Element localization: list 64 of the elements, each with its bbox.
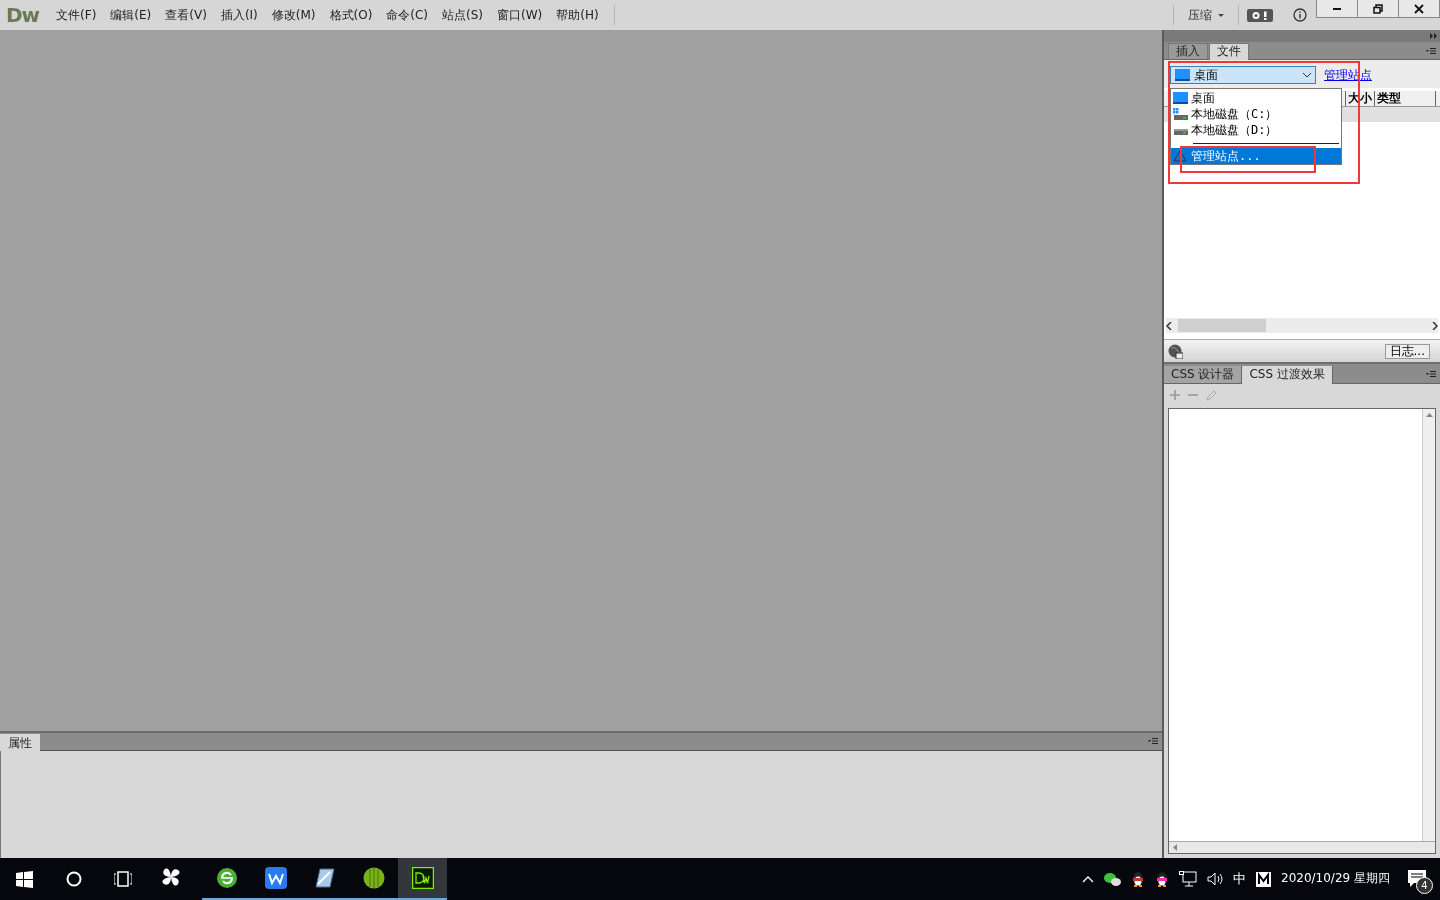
- panel-menu-icon[interactable]: [1426, 47, 1436, 55]
- panel-tab[interactable]: CSS 过渡效果: [1242, 366, 1333, 384]
- minimize-icon: [1333, 7, 1341, 10]
- menu-item[interactable]: 帮助(H): [549, 6, 606, 24]
- menu-item[interactable]: 文件(F): [49, 6, 104, 24]
- close-button[interactable]: [1398, 0, 1440, 18]
- volume-icon[interactable]: [1207, 871, 1223, 887]
- input-method-indicator[interactable]: 中: [1233, 870, 1246, 888]
- refresh-icon: [215, 867, 238, 889]
- dropdown-option[interactable]: 本地磁盘（D:）: [1171, 122, 1341, 138]
- drive-icon: [1173, 108, 1188, 120]
- scroll-right-icon[interactable]: [1432, 321, 1438, 330]
- close-icon: [1414, 3, 1424, 14]
- workspace-switcher[interactable]: 压缩: [1182, 6, 1230, 24]
- search-icon: [65, 871, 82, 887]
- menu-item[interactable]: 窗口(W): [490, 6, 550, 24]
- panel-tab[interactable]: CSS 设计器: [1164, 366, 1243, 383]
- menu-item[interactable]: 命令(C): [379, 6, 436, 24]
- app-logo: Dw: [6, 3, 40, 27]
- m-app-icon[interactable]: [1256, 871, 1271, 887]
- taskbar-app[interactable]: [398, 858, 447, 900]
- panel-menu-icon[interactable]: [1148, 737, 1158, 745]
- scroll-left-icon[interactable]: [1166, 321, 1172, 330]
- site-icon: [1173, 150, 1188, 162]
- penguin-icon[interactable]: [1155, 871, 1169, 887]
- penguin-icon[interactable]: [1131, 871, 1145, 887]
- menu-item[interactable]: 站点(S): [435, 6, 491, 24]
- panel-tab[interactable]: 插入: [1168, 43, 1208, 59]
- panel-tab[interactable]: 文件: [1209, 43, 1249, 60]
- menu-item[interactable]: 插入(I): [213, 6, 265, 24]
- restore-icon: [1373, 3, 1383, 14]
- panel-menu-icon[interactable]: [1426, 370, 1436, 378]
- log-button[interactable]: 日志...: [1384, 343, 1430, 359]
- sphere-icon: [362, 867, 385, 889]
- menu-item[interactable]: 格式(O): [322, 6, 380, 24]
- chevron-up-icon[interactable]: [1082, 875, 1094, 883]
- chat-icon[interactable]: [1104, 872, 1121, 886]
- task-view-icon: [113, 871, 132, 887]
- gear-alert-icon[interactable]: [1247, 8, 1273, 22]
- document-app-icon: [264, 867, 287, 889]
- notepad-icon: [313, 867, 336, 889]
- globe-icon[interactable]: [1168, 343, 1183, 359]
- panel-tab[interactable]: 属性: [0, 734, 40, 751]
- chevron-icon: [1303, 72, 1311, 78]
- start-icon: [16, 870, 33, 888]
- caret-icon: [1218, 13, 1224, 17]
- restore-button[interactable]: [1357, 0, 1399, 18]
- menu-item[interactable]: 查看(V): [158, 6, 214, 24]
- minimize-button[interactable]: [1316, 0, 1358, 18]
- location-dropdown[interactable]: 桌面: [1170, 66, 1316, 84]
- scrollbar-thumb[interactable]: [1178, 319, 1266, 332]
- monitor-icon: [1173, 92, 1188, 104]
- menu-item[interactable]: 修改(M): [264, 6, 323, 24]
- dropdown-option[interactable]: 管理站点...: [1171, 148, 1341, 164]
- network-icon[interactable]: [1179, 871, 1197, 887]
- date-text[interactable]: 2020/10/29 星期四: [1281, 870, 1390, 887]
- monitor-icon: [1175, 69, 1190, 81]
- expand-icon[interactable]: [1430, 33, 1437, 39]
- dw-app-icon: [411, 867, 434, 889]
- column-header[interactable]: 类型: [1374, 91, 1436, 106]
- menu-item[interactable]: 编辑(E): [103, 6, 159, 24]
- info-icon[interactable]: [1293, 8, 1307, 22]
- scroll-up-icon[interactable]: [1425, 412, 1433, 417]
- dropdown-option[interactable]: 桌面: [1171, 90, 1341, 106]
